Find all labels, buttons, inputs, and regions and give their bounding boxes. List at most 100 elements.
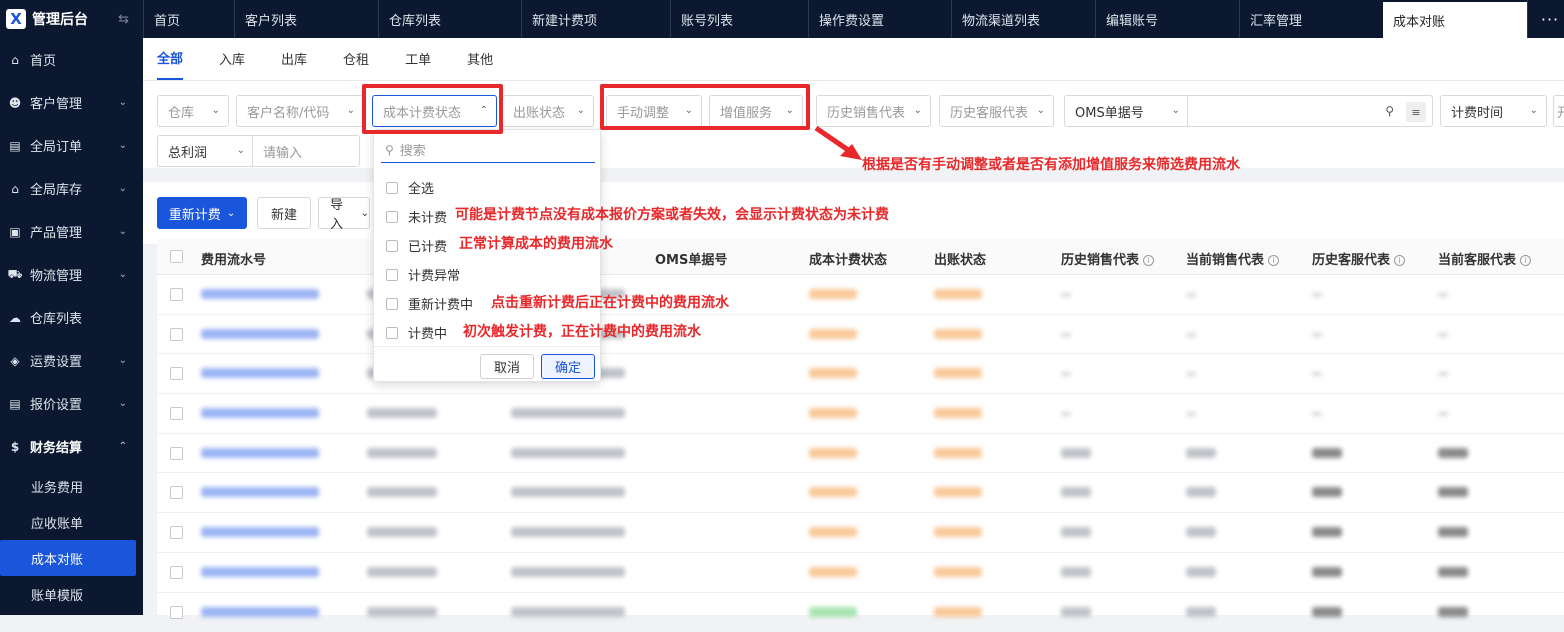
option-checkbox[interactable]: [386, 211, 398, 223]
import-button[interactable]: 导入⌄: [318, 197, 370, 229]
sidebar-subitem[interactable]: 业务费用: [0, 468, 143, 504]
date-range-start[interactable]: 开: [1553, 95, 1564, 127]
collapse-sidebar-icon[interactable]: ⇆: [118, 12, 129, 27]
dropdown-option[interactable]: 计费中: [386, 323, 447, 342]
dropdown-option[interactable]: 全选: [386, 178, 434, 197]
row-checkbox[interactable]: [170, 566, 183, 579]
bill-status-select[interactable]: 出账状态⌄: [502, 95, 594, 127]
page-tab[interactable]: 成本对账: [1383, 2, 1527, 38]
page-tab[interactable]: 新建计费项: [521, 0, 670, 38]
new-button[interactable]: 新建: [257, 197, 311, 229]
redacted-cell: [934, 289, 982, 299]
time-type-select[interactable]: 计费时间⌄: [1440, 95, 1547, 127]
row-checkbox[interactable]: [170, 328, 183, 341]
row-checkbox[interactable]: [170, 447, 183, 460]
table-row[interactable]: [157, 354, 1564, 394]
info-icon[interactable]: i: [1143, 255, 1154, 266]
profit-input[interactable]: 请输入: [252, 135, 360, 167]
profit-type-select[interactable]: 总利润⌄: [157, 135, 253, 167]
sub-tab[interactable]: 其他: [467, 37, 493, 80]
chevron-down-icon: ⌄: [119, 269, 127, 280]
option-checkbox[interactable]: [386, 327, 398, 339]
sidebar-item[interactable]: ☁仓库列表: [0, 296, 143, 339]
product-icon: ▣: [8, 225, 22, 239]
row-checkbox[interactable]: [170, 486, 183, 499]
row-checkbox[interactable]: [170, 606, 183, 619]
sub-tab[interactable]: 仓租: [343, 37, 369, 80]
sidebar-item-label: 报价设置: [30, 394, 82, 413]
sidebar-subitem[interactable]: 账单模版: [0, 576, 143, 612]
sidebar-subitem[interactable]: 应收账单: [0, 504, 143, 540]
hist-cs-select[interactable]: 历史客服代表⌄: [939, 95, 1054, 127]
sidebar-item[interactable]: ▤报价设置⌄: [0, 382, 143, 425]
sidebar-item[interactable]: ▣产品管理⌄: [0, 210, 143, 253]
redacted-cell: [1186, 372, 1196, 376]
option-checkbox[interactable]: [386, 269, 398, 281]
oms-number-input[interactable]: ⚲≡: [1187, 95, 1433, 127]
time-type-select-label: 计费时间: [1451, 102, 1503, 121]
page-tab[interactable]: 首页: [143, 0, 234, 38]
option-checkbox[interactable]: [386, 240, 398, 252]
sub-tab[interactable]: 工单: [405, 37, 431, 80]
header-cost-status: 成本计费状态: [809, 249, 887, 268]
warehouse-select[interactable]: 仓库⌄: [157, 95, 229, 127]
redacted-cell: [511, 487, 625, 497]
table-row[interactable]: [157, 553, 1564, 593]
option-checkbox[interactable]: [386, 298, 398, 310]
more-tabs-icon[interactable]: ···: [1527, 0, 1562, 38]
table-row[interactable]: [157, 473, 1564, 513]
table-row[interactable]: [157, 394, 1564, 434]
dropdown-option[interactable]: 未计费: [386, 207, 447, 226]
dropdown-confirm-button[interactable]: 确定: [541, 354, 595, 379]
table-row[interactable]: [157, 315, 1564, 355]
select-all-checkbox[interactable]: [170, 250, 183, 263]
table-row[interactable]: [157, 434, 1564, 474]
dropdown-option[interactable]: 已计费: [386, 236, 447, 255]
row-checkbox[interactable]: [170, 367, 183, 380]
dropdown-option[interactable]: 计费异常: [386, 265, 460, 284]
redacted-cell: [511, 448, 625, 458]
oms-type-select[interactable]: OMS单据号⌄: [1064, 95, 1188, 127]
redacted-cell: [934, 448, 982, 458]
info-icon[interactable]: i: [1268, 255, 1279, 266]
info-icon[interactable]: i: [1394, 255, 1405, 266]
dropdown-cancel-button[interactable]: 取消: [480, 354, 534, 379]
option-checkbox[interactable]: [386, 182, 398, 194]
sidebar-item-label: 物流管理: [30, 265, 82, 284]
customer-select[interactable]: 客户名称/代码⌄: [236, 95, 364, 127]
info-icon[interactable]: i: [1520, 255, 1531, 266]
page-tab[interactable]: 汇率管理: [1239, 0, 1383, 38]
table-row[interactable]: [157, 513, 1564, 553]
sidebar-item[interactable]: ▤全局订单⌄: [0, 124, 143, 167]
sub-tab[interactable]: 全部: [157, 37, 183, 80]
sidebar-subitem[interactable]: 成本对账: [0, 540, 136, 576]
table-row[interactable]: [157, 275, 1564, 315]
redacted-cell: [1061, 527, 1091, 537]
sidebar-item[interactable]: ☻客户管理⌄: [0, 81, 143, 124]
chevron-down-icon: ⌄: [1172, 105, 1180, 116]
sidebar-item[interactable]: ◈运费设置⌄: [0, 339, 143, 382]
dropdown-option[interactable]: 重新计费中: [386, 294, 473, 313]
chevron-down-icon: ⌄: [119, 355, 127, 366]
batch-input-icon[interactable]: ≡: [1406, 102, 1426, 122]
row-checkbox[interactable]: [170, 407, 183, 420]
sidebar-item[interactable]: ⌂首页: [0, 38, 143, 81]
row-checkbox[interactable]: [170, 526, 183, 539]
page-tab[interactable]: 客户列表: [234, 0, 378, 38]
sub-tab[interactable]: 入库: [219, 37, 245, 80]
page-tab[interactable]: 编辑账号: [1095, 0, 1239, 38]
page-tab[interactable]: 仓库列表: [378, 0, 521, 38]
recharge-button[interactable]: 重新计费⌄: [157, 197, 247, 229]
redacted-cell: [367, 527, 437, 537]
sidebar-item[interactable]: ⌂全局库存⌄: [0, 167, 143, 210]
page-tab[interactable]: 账号列表: [670, 0, 808, 38]
search-icon[interactable]: ⚲: [1385, 104, 1394, 118]
row-checkbox[interactable]: [170, 288, 183, 301]
sub-tab[interactable]: 出库: [281, 37, 307, 80]
sidebar-item[interactable]: $财务结算⌃: [0, 425, 143, 468]
table-row[interactable]: [157, 593, 1564, 632]
sidebar-item[interactable]: ⛟物流管理⌄: [0, 253, 143, 296]
dropdown-search-input[interactable]: ⚲ 搜索: [381, 137, 595, 163]
page-tab[interactable]: 操作费设置: [808, 0, 951, 38]
page-tab[interactable]: 物流渠道列表: [951, 0, 1095, 38]
